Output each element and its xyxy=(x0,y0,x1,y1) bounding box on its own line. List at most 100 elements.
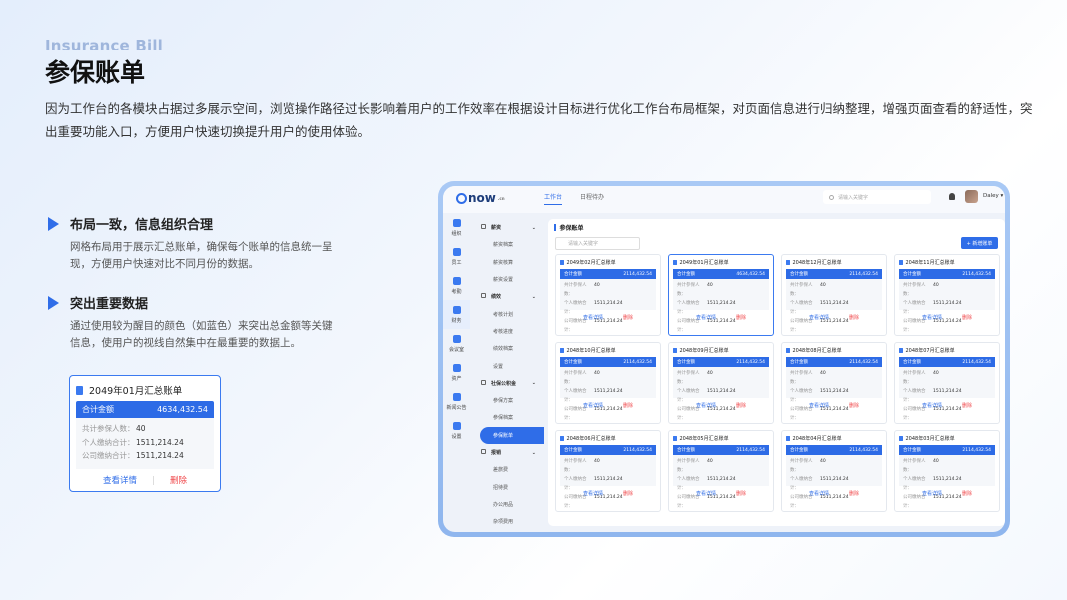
delete-link[interactable]: 删除 xyxy=(736,402,746,409)
view-details-link[interactable]: 查看详情 xyxy=(583,490,603,497)
submenu-item[interactable]: 考核计划 xyxy=(474,305,544,322)
tab-schedule[interactable]: 日程待办 xyxy=(580,192,604,205)
submenu-item[interactable]: 招待费 xyxy=(474,478,544,495)
view-details-link[interactable]: 查看详情 xyxy=(922,402,942,409)
page-title: 参保账单 xyxy=(45,58,146,87)
bill-grid: 2049年02月汇总账单 合计金额 2114,432.54 共计参保人数： 40 个人缴纳… xyxy=(555,254,1000,512)
delete-link[interactable]: 删除 xyxy=(736,490,746,497)
view-details-link[interactable]: 查看详情 xyxy=(809,490,829,497)
delete-link[interactable]: 删除 xyxy=(623,314,633,321)
avatar[interactable] xyxy=(965,190,978,203)
bill-card: 2048年04月汇总账单 合计金额 2114,432.54 共计参保人数： 40 个人缴纳… xyxy=(781,430,887,512)
side-nav-item[interactable]: 新闻公告 xyxy=(443,387,470,416)
intro-text: 因为工作台的各模块占据过多展示空间，浏览操作路径过长影响着用户的工作效率在根据设… xyxy=(45,101,1033,139)
bell-icon[interactable] xyxy=(949,193,955,200)
total-bar: 合计金额 2114,432.54 xyxy=(673,445,769,455)
delete-link[interactable]: 删除 xyxy=(962,314,972,321)
triangle-bullet-icon xyxy=(48,216,59,231)
view-details-link[interactable]: 查看详情 xyxy=(696,314,716,321)
total-value: 4634,432.54 xyxy=(157,405,208,414)
submenu-item[interactable]: 薪资核算 xyxy=(474,254,544,271)
submenu-item[interactable]: 绩效 ⌄ xyxy=(474,288,544,305)
side-nav-item[interactable]: 资产 xyxy=(443,358,470,387)
delete-link[interactable]: 删除 xyxy=(849,314,859,321)
delete-link[interactable]: 删除 xyxy=(623,402,633,409)
bill-card: 2048年06月汇总账单 合计金额 2114,432.54 共计参保人数： 40 个人缴纳… xyxy=(555,430,661,512)
tab-workbench[interactable]: 工作台 xyxy=(544,192,563,205)
delete-link[interactable]: 删除 xyxy=(736,314,746,321)
submenu-item[interactable]: 薪资设置 xyxy=(474,271,544,288)
card-title: 2048年06月汇总账单 xyxy=(566,436,616,442)
bill-card: 2048年03月汇总账单 合计金额 2114,432.54 共计参保人数： 40 个人缴纳… xyxy=(894,430,1000,512)
divider xyxy=(153,475,154,485)
row-key: 共计参保人数： xyxy=(82,424,135,433)
delete-link[interactable]: 删除 xyxy=(962,402,972,409)
document-icon xyxy=(786,436,790,441)
submenu-item[interactable]: 参保账单 xyxy=(480,426,544,444)
submenu-item[interactable]: 办公用品 xyxy=(474,496,544,513)
submenu-item[interactable]: 考核进度 xyxy=(474,323,544,340)
total-value: 2114,432.54 xyxy=(623,271,652,277)
new-bill-button[interactable]: + 新增账单 xyxy=(961,237,998,249)
sub-menu: 薪资 ⌄ 薪资档案 薪资核算 薪资设置 绩效 ⌄ 考核计划 考核进度 绩效档案 设置 社保公积金 ⌄ 参保… xyxy=(474,219,544,530)
submenu-item[interactable]: 杂项费用 xyxy=(474,513,544,530)
submenu-item[interactable]: 绩效档案 xyxy=(474,340,544,357)
feature-1: 布局一致，信息组织合理 网格布局用于展示汇总账单，确保每个账单的信息统一呈现，方… xyxy=(48,214,340,273)
delete-link[interactable]: 删除 xyxy=(962,490,972,497)
nav-label: 财务 xyxy=(451,317,462,324)
nav-icon xyxy=(452,247,461,256)
delete-link[interactable]: 删除 xyxy=(849,490,859,497)
submenu-item[interactable]: 参保方案 xyxy=(474,392,544,409)
document-icon xyxy=(76,385,83,395)
bill-card: 2048年07月汇总账单 合计金额 2114,432.54 共计参保人数： 40 个人缴纳… xyxy=(894,342,1000,424)
card-title: 2048年08月汇总账单 xyxy=(792,348,842,354)
feature-desc: 通过使用较为醒目的颜色（如蓝色）来突出总金额等关键信息，使用户的视线自然集中在最… xyxy=(70,320,333,349)
top-tabs: 工作台 日程待办 xyxy=(544,192,622,205)
view-details-link[interactable]: 查看详情 xyxy=(696,490,716,497)
bill-card: 2048年10月汇总账单 合计金额 2114,432.54 共计参保人数： 40 个人缴纳… xyxy=(555,342,661,424)
delete-link[interactable]: 删除 xyxy=(849,402,859,409)
top-search-input[interactable]: 请输入关键字 xyxy=(823,190,931,204)
card-title: 2048年11月汇总账单 xyxy=(905,260,955,266)
nav-icon xyxy=(452,276,461,285)
document-icon xyxy=(786,260,790,265)
submenu-item[interactable]: 差旅费 xyxy=(474,461,544,478)
view-details-link[interactable]: 查看详情 xyxy=(809,314,829,321)
user-name[interactable]: Daley ▾ xyxy=(983,193,1003,199)
view-details-link[interactable]: 查看详情 xyxy=(583,314,603,321)
view-details-link[interactable]: 查看详情 xyxy=(922,314,942,321)
card-title: 2049年01月汇总账单 xyxy=(89,386,183,397)
side-nav-item[interactable]: 设置 xyxy=(443,416,470,445)
delete-link[interactable]: 删除 xyxy=(623,490,633,497)
nav-icon xyxy=(452,421,461,430)
view-details-link[interactable]: 查看详情 xyxy=(922,490,942,497)
delete-link[interactable]: 删除 xyxy=(170,474,187,486)
card-title: 2049年01月汇总账单 xyxy=(679,260,729,266)
side-nav-item[interactable]: 考勤 xyxy=(443,271,470,300)
view-details-link[interactable]: 查看详情 xyxy=(583,402,603,409)
total-value: 2114,432.54 xyxy=(962,271,991,277)
view-details-link[interactable]: 查看详情 xyxy=(103,474,137,486)
view-details-link[interactable]: 查看详情 xyxy=(696,402,716,409)
side-nav-item[interactable]: 员工 xyxy=(443,242,470,271)
submenu-item[interactable]: 参保档案 xyxy=(474,409,544,426)
bill-card: 2048年09月汇总账单 合计金额 2114,432.54 共计参保人数： 40 个人缴纳… xyxy=(668,342,774,424)
view-details-link[interactable]: 查看详情 xyxy=(809,402,829,409)
bill-card: 2048年12月汇总账单 合计金额 2114,432.54 共计参保人数： 40 个人缴纳… xyxy=(781,254,887,336)
content-search-input[interactable]: 请输入关键字 xyxy=(555,237,640,250)
submenu-item[interactable]: 社保公积金 ⌄ xyxy=(474,375,544,392)
document-icon xyxy=(673,260,677,265)
card-title: 2048年03月汇总账单 xyxy=(905,436,955,442)
side-nav-item[interactable]: 会议室 xyxy=(443,329,470,358)
submenu-item[interactable]: 薪资档案 xyxy=(474,236,544,253)
submenu-item[interactable]: 薪资 ⌄ xyxy=(474,219,544,236)
side-nav-item[interactable]: 组织 xyxy=(443,213,470,242)
search-icon xyxy=(829,194,834,200)
submenu-item[interactable]: 设置 xyxy=(474,357,544,374)
total-bar: 合计金额 2114,432.54 xyxy=(673,357,769,367)
total-bar: 合计金额 4634,432.54 xyxy=(76,401,214,418)
side-nav-item[interactable]: 财务 xyxy=(443,300,470,329)
document-icon xyxy=(899,260,903,265)
total-value: 2114,432.54 xyxy=(623,447,652,453)
submenu-item[interactable]: 报销 ⌄ xyxy=(474,444,544,461)
